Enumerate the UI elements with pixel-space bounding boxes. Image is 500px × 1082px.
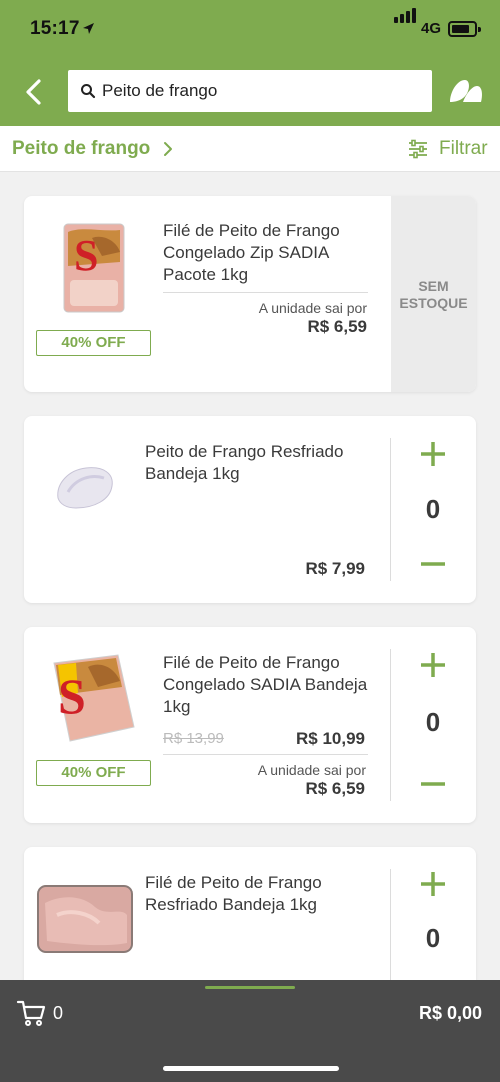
filter-sliders-icon [409, 139, 427, 159]
product-price: R$ 7,99 [305, 559, 365, 578]
top-bar: 15:17 4G [0, 0, 500, 126]
decrease-quantity-button[interactable] [418, 549, 448, 579]
quantity-value: 0 [425, 923, 441, 953]
filter-bar: Peito de frango Filtrar [0, 126, 500, 172]
cart-item-count: 0 [53, 1003, 64, 1023]
cart-icon [16, 1000, 46, 1026]
status-time: 15:17 [30, 18, 80, 39]
quantity-value: 0 [425, 707, 441, 737]
product-name: Filé de Peito de Frango Congelado Zip SA… [163, 221, 340, 284]
product-image [57, 467, 113, 509]
tab-indicator [205, 986, 295, 989]
cart-total[interactable]: R$ 0,00 [419, 1003, 482, 1024]
increase-quantity-button[interactable] [418, 650, 448, 680]
out-of-stock-panel: SEM ESTOQUE [391, 196, 476, 392]
brand-logo-icon [450, 80, 482, 102]
product-card[interactable]: S Filé de Peito de Frango Congelado SADI… [24, 627, 476, 823]
search-input[interactable] [102, 70, 422, 112]
search-icon [81, 84, 96, 99]
increase-quantity-button[interactable] [418, 439, 448, 469]
product-card[interactable]: Filé de Peito de Frango Resfriado Bandej… [24, 847, 476, 997]
out-of-stock-label: SEM ESTOQUE [399, 278, 468, 311]
location-arrow-icon [83, 23, 94, 34]
unit-price-label: A unidade sai por [257, 762, 366, 778]
plus-icon [421, 442, 445, 466]
home-indicator [163, 1066, 339, 1071]
price-divider [163, 292, 368, 293]
stepper-divider [390, 649, 391, 801]
plus-icon [421, 653, 445, 677]
stepper-divider [390, 869, 391, 997]
filter-label: Filtrar [439, 138, 488, 159]
quantity-value: 0 [425, 494, 441, 524]
filter-button[interactable]: Filtrar [408, 136, 492, 162]
product-image: S [53, 654, 135, 742]
product-image: S [63, 223, 125, 313]
product-price: R$ 10,99 [296, 729, 365, 748]
decrease-quantity-button[interactable] [418, 769, 448, 799]
discount-badge: 40% OFF [36, 760, 151, 786]
back-button[interactable] [20, 76, 50, 108]
unit-price: R$ 6,59 [305, 779, 365, 798]
product-card[interactable]: S Filé de Peito de Frango Congelado Zip … [24, 196, 476, 392]
unit-price-label: A unidade sai por [258, 300, 367, 316]
chevron-left-icon [26, 79, 41, 105]
stepper-divider [390, 438, 391, 581]
old-price: R$ 13,99 [163, 730, 224, 747]
plus-icon [421, 872, 445, 896]
chevron-right-icon[interactable] [162, 141, 174, 157]
product-name: Filé de Peito de Frango Congelado SADIA … [163, 653, 368, 716]
network-type: 4G [421, 20, 442, 37]
battery-icon [448, 21, 481, 37]
minus-icon [421, 782, 445, 786]
svg-text:S: S [58, 668, 86, 724]
product-image [37, 885, 133, 953]
breadcrumb-category[interactable]: Peito de frango [12, 138, 150, 160]
product-name: Filé de Peito de Frango Resfriado Bandej… [145, 873, 322, 914]
increase-quantity-button[interactable] [418, 869, 448, 899]
minus-icon [421, 562, 445, 566]
product-card[interactable]: Peito de Frango Resfriado Bandeja 1kg R$… [24, 416, 476, 603]
unit-price: R$ 6,59 [307, 317, 367, 336]
status-bar: 15:17 4G [0, 0, 500, 60]
product-name: Peito de Frango Resfriado Bandeja 1kg [145, 442, 344, 483]
discount-badge: 40% OFF [36, 330, 151, 356]
search-box[interactable] [68, 70, 432, 112]
price-divider [163, 754, 368, 755]
cart-button[interactable]: 0 [16, 996, 76, 1030]
